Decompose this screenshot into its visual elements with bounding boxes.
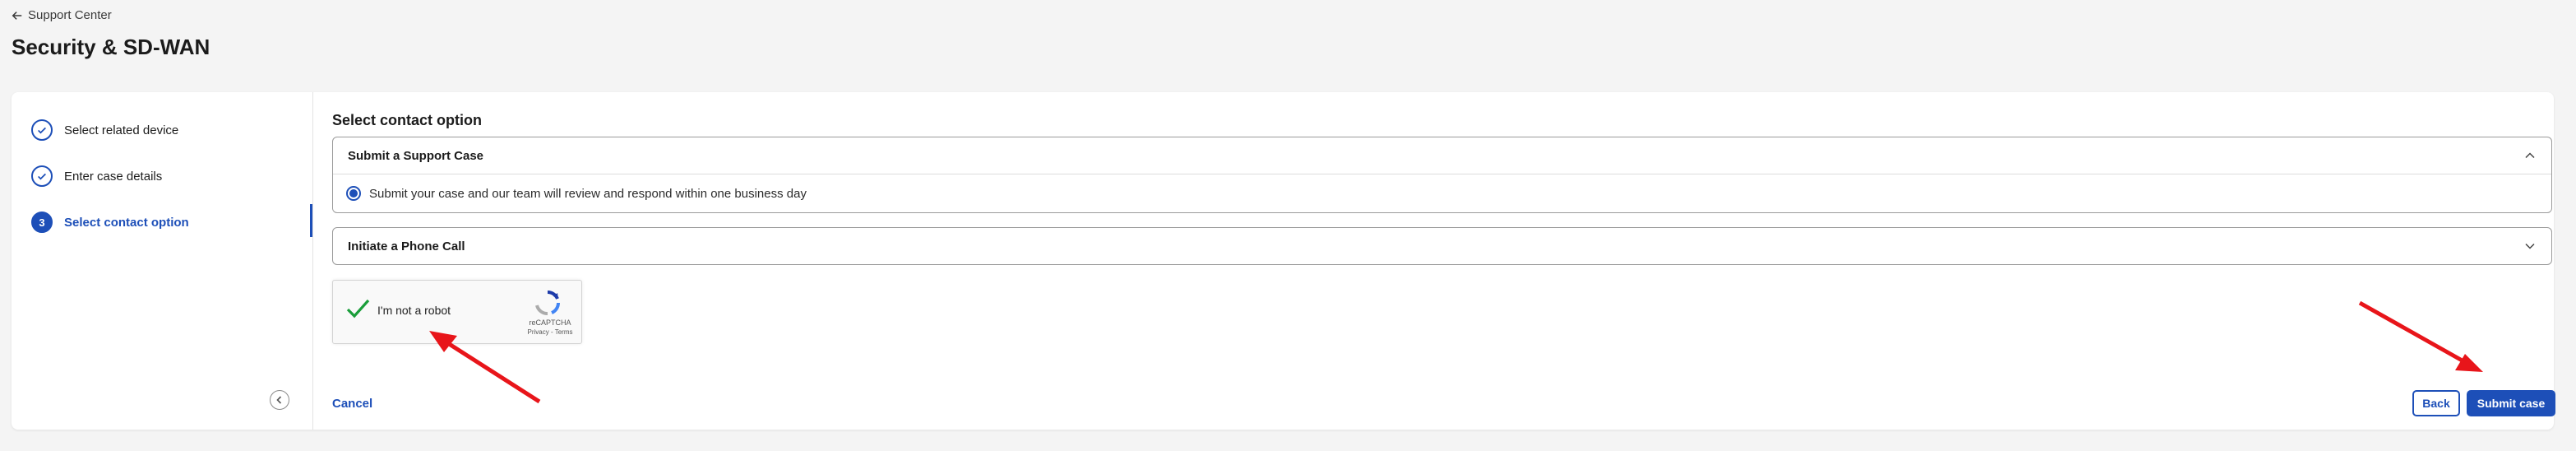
option-title: Initiate a Phone Call <box>348 239 465 253</box>
step-select-related-device[interactable]: Select related device <box>31 119 178 141</box>
step-label: Select related device <box>64 123 179 137</box>
captcha-label: I'm not a robot <box>377 304 451 317</box>
chevron-up-icon <box>2525 152 2535 159</box>
collapse-stepper-button[interactable] <box>270 390 289 410</box>
back-button[interactable]: Back <box>2412 390 2460 416</box>
wizard-stepper: Select related device Enter case details… <box>12 92 313 430</box>
step-enter-case-details[interactable]: Enter case details <box>31 165 162 187</box>
active-step-indicator <box>310 204 312 237</box>
arrow-left-icon <box>12 11 22 20</box>
cancel-link[interactable]: Cancel <box>332 397 372 411</box>
section-title: Select contact option <box>332 112 483 128</box>
captcha-checkmark-icon[interactable] <box>345 295 371 322</box>
option-header[interactable]: Submit a Support Case <box>333 137 2551 174</box>
option-header[interactable]: Initiate a Phone Call <box>333 228 2551 264</box>
option-initiate-phone-call: Initiate a Phone Call <box>332 227 2552 265</box>
check-icon <box>31 119 53 141</box>
case-wizard-card: Select related device Enter case details… <box>12 92 2555 430</box>
step-number-badge: 3 <box>31 212 53 233</box>
chevron-left-icon <box>276 396 282 404</box>
step-label: Enter case details <box>64 169 163 184</box>
recaptcha-logo-icon <box>535 291 560 315</box>
step-select-contact-option[interactable]: 3 Select contact option <box>31 212 189 233</box>
selected-radio[interactable] <box>346 186 361 201</box>
option-submit-support-case: Submit a Support Case Submit your case a… <box>332 137 2552 213</box>
back-to-support-center-link[interactable]: Support Center <box>12 8 112 22</box>
option-description: Submit your case and our team will revie… <box>369 186 807 201</box>
submit-case-button[interactable]: Submit case <box>2467 390 2555 416</box>
option-title: Submit a Support Case <box>348 148 484 163</box>
back-link-label: Support Center <box>28 8 112 22</box>
step-label: Select contact option <box>64 215 189 230</box>
recaptcha-widget: I'm not a robot reCAPTCHA Privacy - Term… <box>332 280 582 344</box>
chevron-down-icon <box>2525 243 2535 249</box>
page-title: Security & SD-WAN <box>12 35 210 59</box>
captcha-privacy-terms[interactable]: Privacy - Terms <box>524 328 576 336</box>
check-icon <box>31 165 53 187</box>
captcha-brand: reCAPTCHA <box>529 318 571 327</box>
option-radio-row[interactable]: Submit your case and our team will revie… <box>333 174 2551 212</box>
